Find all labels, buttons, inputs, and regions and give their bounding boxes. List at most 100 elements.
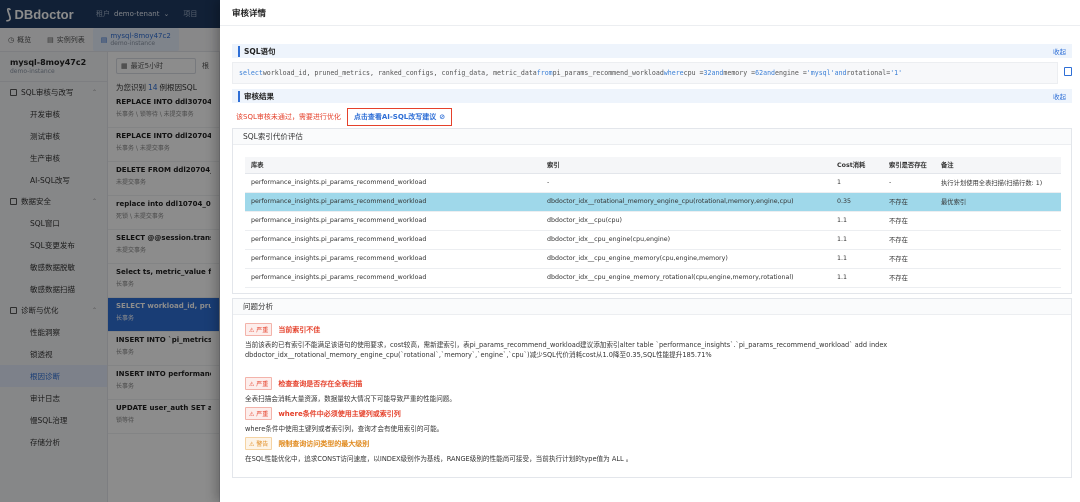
table-cell: 0.35 (831, 192, 883, 212)
table-cell: 不存在 (883, 249, 935, 269)
issue-description: 当前该表的已有索引不能满足该语句的使用要求，cost较高，需新建索引，表pi_p… (245, 340, 945, 360)
table-cell: - (541, 173, 831, 193)
index-cost-table: 库表 索引 Cost消耗 索引是否存在 备注 performance_insig… (245, 157, 1061, 288)
table-row: performance_insights.pi_params_recommend… (245, 249, 1061, 269)
severity-label: 严重 (256, 411, 269, 418)
sql-string: 'mysql' (806, 69, 835, 77)
result-section-header: 审核结果 收起 (232, 89, 1072, 103)
issue-description: where条件中使用主键列或者索引列，查询才会有使用索引的可能。 (245, 425, 444, 433)
result-section-title: 审核结果 (238, 90, 274, 102)
table-cell: dbdoctor_idx__cpu_engine_memory_rotation… (541, 268, 831, 288)
sql-number: 62 (755, 69, 764, 77)
issue-item: ⚠ 严重 where条件中必须使用主键列或索引列 where条件中使用主键列或者… (245, 407, 945, 434)
table-cell: 1 (831, 173, 883, 193)
issue-description: 全表扫描会消耗大量资源，数据量较大情况下可能导致严重的性能问题。 (245, 395, 456, 403)
table-cell (935, 230, 1061, 250)
issue-desc-line: dbdoctor_idx__rotational_memory_engine_c… (245, 351, 712, 360)
warning-badge: ⚠ 警告 (245, 437, 273, 450)
severity-label: 严重 (256, 327, 269, 334)
table-cell (935, 268, 1061, 288)
table-row: performance_insights.pi_params_recommend… (245, 268, 1061, 288)
issue-item: ⚠ 警告 限制查询访问类型的最大级别 在SQL性能优化中，追求CONST访问速度… (245, 437, 945, 464)
table-cell: 1.1 (831, 249, 883, 269)
review-result-line: 该SQL审核未通过，需要进行优化 点击查看AI-SQL改写建议 ⊘ (236, 108, 453, 126)
issue-title: where条件中必须使用主键列或索引列 (278, 409, 401, 418)
table-cell (935, 249, 1061, 269)
table-cell: 1.1 (831, 268, 883, 288)
sql-text: rotational= (846, 69, 891, 77)
table-row: performance_insights.pi_params_recommend… (245, 230, 1061, 250)
table-row-highlighted: performance_insights.pi_params_recommend… (245, 192, 1061, 212)
severity-badge: ⚠ 严重 (245, 323, 273, 336)
issue-analysis-panel: 问题分析 ⚠ 严重 当前索引不佳 当前该表的已有索引不能满足该语句的使用要求，c… (232, 298, 1072, 478)
table-cell: performance_insights.pi_params_recommend… (245, 230, 541, 250)
column-header: 索引是否存在 (883, 157, 935, 174)
table-cell: 不存在 (883, 211, 935, 231)
issue-title: 限制查询访问类型的最大级别 (278, 439, 370, 448)
column-header: 备注 (935, 157, 1061, 174)
issue-desc-line: 当前该表的已有索引不能满足该语句的使用要求，cost较高，需新建索引，表pi_p… (245, 341, 888, 349)
column-header: 库表 (245, 157, 541, 174)
column-header: 索引 (541, 157, 831, 174)
issue-item: ⚠ 严重 检查查询是否存在全表扫描 全表扫描会消耗大量资源，数据量较大情况下可能… (245, 377, 945, 404)
table-cell: performance_insights.pi_params_recommend… (245, 249, 541, 269)
table-cell: performance_insights.pi_params_recommend… (245, 173, 541, 193)
sql-keyword: and (763, 69, 776, 77)
sql-number: 32 (703, 69, 712, 77)
table-cell: dbdoctor_idx__rotational_memory_engine_c… (541, 192, 831, 212)
severity-label: 严重 (256, 381, 269, 388)
ai-rewrite-link-label: 点击查看AI-SQL改写建议 (353, 113, 437, 121)
sql-statement: select workload_id, pruned_metrics, rank… (232, 62, 1058, 84)
issue-item: ⚠ 严重 当前索引不佳 当前该表的已有索引不能满足该语句的使用要求，cost较高… (245, 323, 945, 360)
table-cell: 1.1 (831, 230, 883, 250)
sql-keyword: select (239, 69, 263, 77)
table-cell: 执行计划使用全表扫描(扫描行数: 1) (935, 173, 1061, 193)
drawer-title: 审核详情 (220, 0, 1080, 26)
table-cell: dbdoctor_idx__cpu_engine(cpu,engine) (541, 230, 831, 250)
link-icon: ⊘ (439, 113, 446, 121)
table-cell: performance_insights.pi_params_recommend… (245, 268, 541, 288)
sql-keyword: from (536, 69, 553, 77)
table-cell: performance_insights.pi_params_recommend… (245, 211, 541, 231)
result-collapse-button[interactable]: 收起 (1053, 91, 1066, 101)
issue-description: 在SQL性能优化中，追求CONST访问速度，以INDEX级别作为基线，RANGE… (245, 455, 633, 463)
table-cell: performance_insights.pi_params_recommend… (245, 192, 541, 212)
table-cell: - (883, 173, 935, 193)
severity-badge: ⚠ 严重 (245, 407, 273, 420)
index-panel-title: SQL索引代价评估 (233, 129, 1071, 145)
sql-text: workload_id, pruned_metrics, ranked_conf… (262, 69, 537, 77)
table-cell: dbdoctor_idx__cpu(cpu) (541, 211, 831, 231)
sql-text: engine = (775, 69, 807, 77)
table-row: performance_insights.pi_params_recommend… (245, 211, 1061, 231)
column-header: Cost消耗 (831, 157, 883, 174)
table-row: performance_insights.pi_params_recommend… (245, 173, 1061, 193)
table-cell: 不存在 (883, 230, 935, 250)
issue-panel-title: 问题分析 (233, 299, 1071, 315)
table-cell (935, 211, 1061, 231)
severity-badge: ⚠ 严重 (245, 377, 273, 390)
sql-section-header: SQL语句 收起 (232, 44, 1072, 58)
issue-title: 检查查询是否存在全表扫描 (278, 379, 363, 388)
review-detail-drawer: 审核详情 SQL语句 收起 select workload_id, pruned… (220, 0, 1080, 502)
sql-collapse-button[interactable]: 收起 (1053, 46, 1066, 56)
modal-overlay[interactable] (0, 0, 220, 502)
severity-label: 警告 (256, 441, 269, 448)
sql-keyword: and (834, 69, 847, 77)
index-cost-panel: SQL索引代价评估 库表 索引 Cost消耗 索引是否存在 备注 perform… (232, 128, 1072, 294)
sql-keyword: and (711, 69, 724, 77)
sql-keyword: where (663, 69, 684, 77)
review-fail-text: 该SQL审核未通过，需要进行优化 (236, 113, 341, 121)
table-cell: 不存在 (883, 268, 935, 288)
sql-text: memory = (723, 69, 756, 77)
table-cell: dbdoctor_idx__cpu_engine_memory(cpu,engi… (541, 249, 831, 269)
sql-text: pi_params_recommend_workload (552, 69, 664, 77)
sql-string: '1' (890, 69, 903, 77)
sql-section-title: SQL语句 (238, 45, 276, 57)
table-cell: 不存在 (883, 192, 935, 212)
table-cell: 最优索引 (935, 192, 1061, 212)
sql-text: cpu = (683, 69, 704, 77)
copy-icon[interactable] (1064, 67, 1072, 76)
ai-rewrite-link[interactable]: 点击查看AI-SQL改写建议 ⊘ (346, 108, 453, 126)
issue-title: 当前索引不佳 (278, 325, 321, 334)
table-cell: 1.1 (831, 211, 883, 231)
